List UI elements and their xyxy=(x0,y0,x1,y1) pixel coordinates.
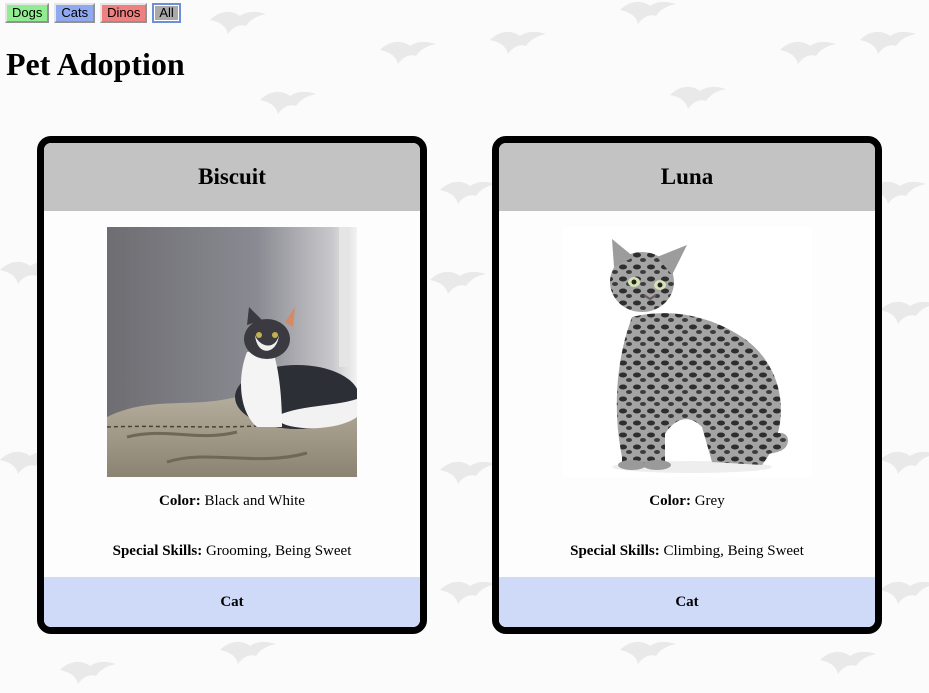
pet-card: Luna Color: Grey Special Skills: Climbin… xyxy=(492,136,882,634)
filter-cats-button[interactable]: Cats xyxy=(54,3,96,23)
pet-name: Biscuit xyxy=(44,143,420,211)
page-title: Pet Adoption xyxy=(6,46,185,82)
pet-card: Biscuit Color: Black and White Special S… xyxy=(37,136,427,634)
pet-skills-value: Climbing, Being Sweet xyxy=(663,543,804,559)
filter-dogs-button[interactable]: Dogs xyxy=(5,3,50,23)
pet-skills: Special Skills: Climbing, Being Sweet xyxy=(499,543,875,560)
pet-skills-label: Special Skills: xyxy=(570,543,660,559)
pet-color-label: Color: xyxy=(159,493,201,509)
pet-skills: Special Skills: Grooming, Being Sweet xyxy=(44,543,420,560)
pet-type: Cat xyxy=(499,577,875,627)
pet-photo xyxy=(562,227,812,477)
pet-skills-label: Special Skills: xyxy=(112,543,203,559)
pet-color: Color: Black and White xyxy=(44,493,420,510)
filter-dinos-button[interactable]: Dinos xyxy=(100,3,148,23)
pet-photo xyxy=(106,227,359,477)
pet-color: Color: Grey xyxy=(499,493,875,510)
filter-all-button[interactable]: All xyxy=(152,3,181,23)
pet-type: Cat xyxy=(44,577,420,627)
pet-color-label: Color: xyxy=(649,493,691,509)
pet-name: Luna xyxy=(499,143,875,211)
pet-skills-value: Grooming, Being Sweet xyxy=(205,543,352,559)
pet-color-value: Black and White xyxy=(204,493,305,509)
pet-color-value: Grey xyxy=(694,493,725,509)
filter-bar: Dogs Cats Dinos All xyxy=(5,3,181,23)
